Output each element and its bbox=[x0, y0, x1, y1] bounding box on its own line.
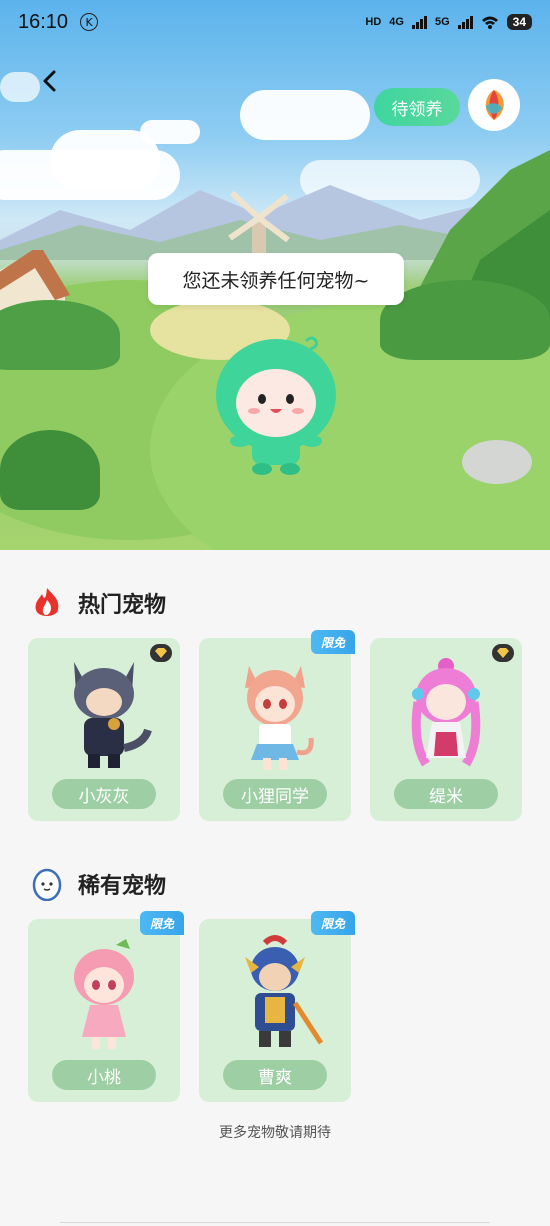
no-pet-bubble: 您还未领养任何宠物~ bbox=[148, 253, 404, 305]
wolf-character-image bbox=[74, 662, 152, 768]
pet-name: 小桃 bbox=[52, 1060, 156, 1090]
rocks bbox=[462, 440, 532, 484]
network-5g: 5G bbox=[434, 16, 450, 28]
pink-hair-character-image bbox=[411, 658, 481, 767]
chevron-left-icon bbox=[43, 70, 56, 92]
flame-icon bbox=[30, 586, 64, 620]
back-button[interactable] bbox=[34, 66, 64, 96]
battery-indicator: 34 bbox=[506, 14, 532, 30]
network-4g: 4G bbox=[389, 16, 404, 28]
pet-name: 曹爽 bbox=[223, 1060, 327, 1090]
rare-pets-title: 稀有宠物 bbox=[78, 874, 167, 899]
signal-icon bbox=[457, 15, 473, 29]
egg-icon bbox=[30, 867, 64, 901]
hedge bbox=[0, 430, 100, 510]
trees bbox=[380, 280, 550, 360]
pet-name: 小灰灰 bbox=[52, 779, 156, 809]
leaf-logo-icon bbox=[485, 90, 504, 120]
wifi-icon bbox=[481, 16, 498, 29]
pet-name: 小狸同学 bbox=[223, 779, 327, 809]
status-bar: 16:10 K HD 4G 5G 34 bbox=[0, 0, 550, 44]
cloud bbox=[240, 90, 370, 140]
signal-icon bbox=[411, 15, 427, 29]
rare-pets-header: 稀有宠物 bbox=[30, 867, 166, 901]
hd-indicator: HD bbox=[365, 16, 382, 28]
catgirl-character-image bbox=[245, 666, 314, 770]
home-indicator bbox=[60, 1222, 490, 1226]
free-tag: 限免 bbox=[311, 911, 355, 935]
status-time: 16:10 bbox=[18, 10, 69, 33]
cloud bbox=[140, 120, 200, 144]
mascot-character bbox=[216, 336, 336, 475]
pet-card-caoshuang[interactable]: 限免 曹爽 bbox=[199, 911, 355, 1102]
peach-girl-character-image bbox=[74, 939, 134, 1049]
k-badge-icon: K bbox=[80, 13, 99, 31]
more-pets-note: 更多宠物敬请期待 bbox=[219, 1125, 331, 1141]
pet-card-timi[interactable]: 缇米 bbox=[370, 638, 522, 821]
pet-card-xiaohuihui[interactable]: 小灰灰 bbox=[28, 638, 180, 821]
pet-card-xiaoli[interactable]: 限免 小狸同学 bbox=[199, 630, 355, 821]
free-tag: 限免 bbox=[140, 911, 184, 935]
hot-pets-title: 热门宠物 bbox=[78, 593, 167, 618]
free-tag: 限免 bbox=[311, 630, 355, 654]
pet-name: 缇米 bbox=[394, 779, 498, 809]
windmill bbox=[228, 190, 290, 254]
warrior-character-image bbox=[245, 935, 324, 1047]
hot-pets-header: 热门宠物 bbox=[30, 586, 166, 620]
pet-card-xiaotao[interactable]: 限免 小桃 bbox=[28, 911, 184, 1102]
pending-adopt-button[interactable]: 待领养 bbox=[374, 88, 460, 126]
avatar-button[interactable] bbox=[468, 79, 520, 131]
